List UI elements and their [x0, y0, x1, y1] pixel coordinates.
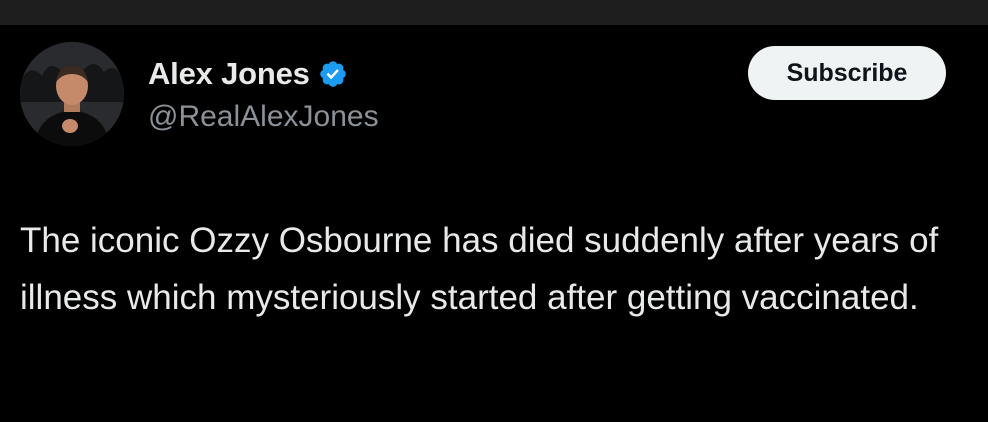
- avatar[interactable]: [20, 42, 124, 146]
- author-handle[interactable]: @RealAlexJones: [148, 100, 379, 134]
- author-display-name[interactable]: Alex Jones: [148, 56, 310, 92]
- subscribe-button[interactable]: Subscribe: [748, 46, 946, 100]
- top-bar: [0, 0, 988, 25]
- post-text: The iconic Ozzy Osbourne has died sudden…: [20, 221, 939, 317]
- verified-badge-icon: [318, 59, 348, 89]
- author-name-row: Alex Jones: [148, 54, 348, 94]
